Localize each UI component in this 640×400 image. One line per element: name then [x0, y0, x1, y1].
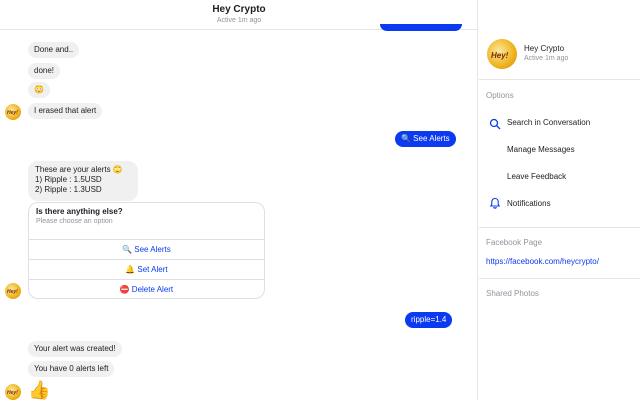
divider — [479, 278, 640, 279]
bell-icon: 🔔 — [125, 265, 136, 274]
divider — [479, 227, 640, 228]
no-entry-icon: ⛔ — [119, 285, 130, 294]
alerts-list-bubble: These are your alerts 🙄 1) Ripple : 1.5U… — [28, 161, 138, 201]
card-subtitle: Please choose an option — [36, 218, 113, 225]
bot-avatar: Hey! — [5, 104, 21, 120]
leave-feedback[interactable]: Leave Feedback — [507, 172, 566, 181]
options-heading: Options — [486, 91, 514, 100]
chat-panel: Hey Crypto Active 1m ago Done and.. done… — [0, 0, 478, 400]
message-bubble: You have 0 alerts left — [28, 361, 115, 377]
thumbs-up-icon: 👍 — [28, 380, 51, 400]
bell-icon — [489, 197, 501, 209]
search-icon: 🔍 — [122, 245, 133, 254]
set-alert-button[interactable]: 🔔 Set Alert — [29, 259, 264, 279]
divider — [479, 79, 640, 80]
bot-avatar: Hey! — [5, 384, 21, 400]
manage-messages[interactable]: Manage Messages — [507, 145, 575, 154]
shared-photos-heading: Shared Photos — [486, 289, 539, 298]
info-sidebar: Hey! Hey Crypto Active 1m ago Options Se… — [479, 0, 640, 400]
search-in-conversation[interactable]: Search in Conversation — [507, 118, 590, 127]
alerts-line: 2) Ripple : 1.3USD — [35, 185, 102, 194]
chat-status: Active 1m ago — [216, 17, 262, 24]
message-bubble: Your alert was created! — [28, 341, 122, 357]
bot-status: Active 1m ago — [524, 55, 569, 62]
options-card: Is there anything else? Please choose an… — [28, 202, 265, 299]
quick-reply-bubble: 🔍 See Alerts — [395, 131, 456, 147]
bot-name: Hey Crypto — [524, 44, 565, 53]
delete-alert-button[interactable]: ⛔ Delete Alert — [29, 279, 264, 298]
previous-outgoing-bubble — [380, 24, 462, 31]
chat-title: Hey Crypto — [212, 4, 266, 15]
bot-avatar: Hey! — [5, 283, 21, 299]
alerts-line: 1) Ripple : 1.5USD — [35, 175, 102, 184]
card-title: Is there anything else? — [36, 207, 123, 216]
facebook-page-heading: Facebook Page — [486, 238, 543, 247]
outgoing-message-bubble: ripple=1.4 — [405, 312, 453, 328]
message-bubble: done! — [28, 63, 61, 79]
alerts-line: These are your alerts 🙄 — [35, 165, 123, 174]
message-bubble: I erased that alert — [28, 103, 103, 119]
facebook-page-link[interactable]: https://facebook.com/heycrypto/ — [486, 257, 599, 266]
bot-profile-avatar: Hey! — [487, 39, 517, 69]
message-bubble: Done and.. — [28, 42, 80, 58]
see-alerts-button[interactable]: 🔍 See Alerts — [29, 239, 264, 259]
search-icon — [489, 118, 501, 130]
notifications[interactable]: Notifications — [507, 199, 551, 208]
message-bubble: 😳 — [28, 82, 50, 98]
